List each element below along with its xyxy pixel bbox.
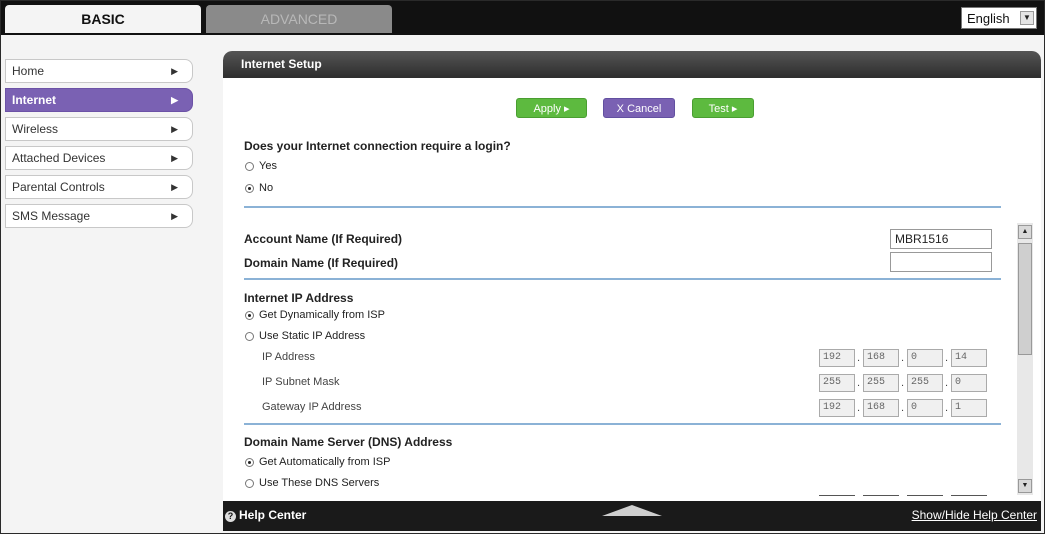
- chevron-down-icon[interactable]: ▼: [1020, 11, 1034, 25]
- octet-dot: .: [901, 377, 905, 389]
- gateway-octet-3[interactable]: 0: [907, 399, 943, 417]
- octet-dot: .: [945, 402, 949, 414]
- section-divider: [244, 278, 1001, 280]
- sidebar-item-home[interactable]: Home ▶: [5, 59, 193, 83]
- sidebar: Home ▶ Internet ▶ Wireless ▶ Attached De…: [5, 59, 193, 233]
- octet-dot: .: [945, 377, 949, 389]
- octet-dot: .: [945, 352, 949, 364]
- chevron-right-icon: ▶: [171, 66, 178, 76]
- apply-button[interactable]: Apply ▸: [516, 98, 587, 118]
- sidebar-item-parental-controls[interactable]: Parental Controls ▶: [5, 175, 193, 199]
- vertical-scrollbar[interactable]: ▲ ▼: [1017, 223, 1033, 495]
- tab-advanced[interactable]: ADVANCED: [206, 5, 392, 33]
- gateway-label: Gateway IP Address: [262, 401, 362, 413]
- chevron-right-icon: ▶: [171, 95, 178, 105]
- dns-manual-radio[interactable]: [245, 479, 254, 488]
- account-name-input[interactable]: [890, 229, 992, 249]
- subnet-octet-3[interactable]: 255: [907, 374, 943, 392]
- help-center-link[interactable]: ? Help Center: [225, 508, 306, 522]
- ip-static-label: Use Static IP Address: [259, 330, 366, 342]
- gateway-octet-1[interactable]: 192: [819, 399, 855, 417]
- sidebar-item-label: Home: [12, 64, 45, 78]
- dns-field-edge: [819, 495, 855, 496]
- language-select[interactable]: English ▼: [961, 7, 1037, 29]
- octet-dot: .: [857, 352, 861, 364]
- ip-section-heading: Internet IP Address: [244, 291, 354, 305]
- sidebar-item-wireless[interactable]: Wireless ▶: [5, 117, 193, 141]
- login-question: Does your Internet connection require a …: [244, 139, 511, 153]
- octet-dot: .: [901, 352, 905, 364]
- dns-field-edge: [951, 495, 987, 496]
- section-divider: [244, 206, 1001, 208]
- octet-dot: .: [857, 377, 861, 389]
- login-yes-radio[interactable]: [245, 162, 254, 171]
- subnet-octet-4[interactable]: 0: [951, 374, 987, 392]
- chevron-right-icon: ▶: [171, 153, 178, 163]
- internet-setup-panel: Internet Setup Apply ▸ X Cancel Test ▸ D…: [223, 51, 1041, 531]
- help-center-bar: ? Help Center Show/Hide Help Center: [223, 501, 1041, 531]
- scrollbar-thumb[interactable]: [1018, 243, 1032, 355]
- test-button[interactable]: Test ▸: [692, 98, 754, 118]
- octet-dot: .: [901, 402, 905, 414]
- cancel-button[interactable]: X Cancel: [603, 98, 675, 118]
- language-value: English: [967, 11, 1010, 26]
- sidebar-item-label: Attached Devices: [12, 151, 106, 165]
- router-admin-window: BASIC ADVANCED English ▼ Home ▶ Internet…: [0, 0, 1045, 534]
- sidebar-item-attached-devices[interactable]: Attached Devices ▶: [5, 146, 193, 170]
- ip-dynamic-label: Get Dynamically from ISP: [259, 309, 385, 321]
- subnet-label: IP Subnet Mask: [262, 376, 340, 388]
- ip-static-radio[interactable]: [245, 332, 254, 341]
- sidebar-item-label: SMS Message: [12, 209, 91, 223]
- sidebar-item-internet[interactable]: Internet ▶: [5, 88, 193, 112]
- chevron-right-icon: ▶: [171, 124, 178, 134]
- expand-arrow-icon[interactable]: [602, 505, 662, 516]
- ip-address-octet-1[interactable]: 192: [819, 349, 855, 367]
- ip-address-label: IP Address: [262, 351, 315, 363]
- scroll-up-icon[interactable]: ▲: [1018, 225, 1032, 239]
- ip-address-octet-3[interactable]: 0: [907, 349, 943, 367]
- panel-title: Internet Setup: [223, 51, 1041, 78]
- dns-auto-label: Get Automatically from ISP: [259, 456, 391, 468]
- top-tab-bar: BASIC ADVANCED English ▼: [1, 1, 1044, 35]
- dns-field-edge: [863, 495, 899, 496]
- sidebar-item-label: Parental Controls: [12, 180, 105, 194]
- dns-auto-radio[interactable]: [245, 458, 254, 467]
- sidebar-item-label: Wireless: [12, 122, 59, 136]
- gateway-octet-2[interactable]: 168: [863, 399, 899, 417]
- account-name-label: Account Name (If Required): [244, 232, 403, 246]
- chevron-right-icon: ▶: [171, 211, 178, 221]
- login-no-label: No: [259, 182, 274, 194]
- login-yes-label: Yes: [259, 160, 277, 172]
- subnet-octet-1[interactable]: 255: [819, 374, 855, 392]
- octet-dot: .: [857, 402, 861, 414]
- dns-section-heading: Domain Name Server (DNS) Address: [244, 435, 453, 449]
- dns-field-edge: [907, 495, 943, 496]
- subnet-octet-2[interactable]: 255: [863, 374, 899, 392]
- section-divider: [244, 423, 1001, 425]
- domain-name-label: Domain Name (If Required): [244, 256, 399, 270]
- ip-dynamic-radio[interactable]: [245, 311, 254, 320]
- chevron-right-icon: ▶: [171, 182, 178, 192]
- help-icon: ?: [225, 511, 236, 522]
- tab-basic[interactable]: BASIC: [5, 5, 201, 33]
- dns-manual-label: Use These DNS Servers: [259, 477, 380, 489]
- sidebar-item-label: Internet: [12, 93, 57, 107]
- ip-address-octet-2[interactable]: 168: [863, 349, 899, 367]
- domain-name-input[interactable]: [890, 252, 992, 272]
- sidebar-item-sms-message[interactable]: SMS Message ▶: [5, 204, 193, 228]
- ip-address-octet-4[interactable]: 14: [951, 349, 987, 367]
- show-hide-help-link[interactable]: Show/Hide Help Center: [912, 508, 1037, 522]
- login-no-radio[interactable]: [245, 184, 254, 193]
- scroll-down-icon[interactable]: ▼: [1018, 479, 1032, 493]
- help-center-label: Help Center: [239, 508, 307, 522]
- gateway-octet-4[interactable]: 1: [951, 399, 987, 417]
